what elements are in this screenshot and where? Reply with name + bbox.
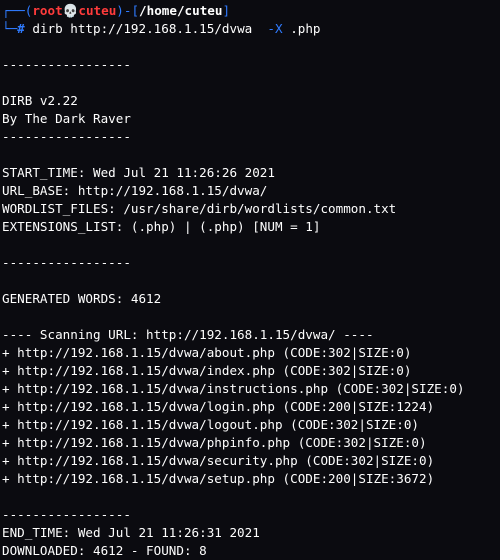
result-line: + http://192.168.1.15/dvwa/security.php … <box>2 453 435 468</box>
terminal-window[interactable]: ┌──(root💀cuteu)-[/home/cuteu] └─# dirb h… <box>0 0 500 558</box>
dirb-author: By The Dark Raver <box>2 111 131 126</box>
separator: ----------------- <box>2 57 131 72</box>
downloaded-found: DOWNLOADED: 4612 - FOUND: 8 <box>2 543 207 558</box>
prompt-box-mid: )-[ <box>116 3 140 18</box>
result-line: + http://192.168.1.15/dvwa/instructions.… <box>2 381 465 396</box>
skull-icon: 💀 <box>62 3 79 18</box>
end-time: END_TIME: Wed Jul 21 11:26:31 2021 <box>2 525 260 540</box>
wordlist-files: WORDLIST_FILES: /usr/share/dirb/wordlist… <box>2 201 397 216</box>
result-line: + http://192.168.1.15/dvwa/about.php (CO… <box>2 345 412 360</box>
prompt-host: cuteu <box>78 3 117 18</box>
url-base: URL_BASE: http://192.168.1.15/dvwa/ <box>2 183 268 198</box>
start-time: START_TIME: Wed Jul 21 11:26:26 2021 <box>2 165 275 180</box>
prompt-box-close: ] <box>222 3 231 18</box>
result-line: + http://192.168.1.15/dvwa/logout.php (C… <box>2 417 420 432</box>
prompt-line-1: ┌──(root💀cuteu)-[/home/cuteu] <box>2 2 500 20</box>
command-option: -X <box>267 21 283 36</box>
prompt-line-2[interactable]: └─# dirb http://192.168.1.15/dvwa -X .ph… <box>2 20 500 38</box>
dirb-version: DIRB v2.22 <box>2 93 78 108</box>
result-line: + http://192.168.1.15/dvwa/login.php (CO… <box>2 399 435 414</box>
scanning-url: ---- Scanning URL: http://192.168.1.15/d… <box>2 327 374 342</box>
result-line: + http://192.168.1.15/dvwa/index.php (CO… <box>2 363 412 378</box>
result-line: + http://192.168.1.15/dvwa/setup.php (CO… <box>2 471 435 486</box>
generated-words: GENERATED WORDS: 4612 <box>2 291 162 306</box>
prompt-box-open: ┌──( <box>2 3 33 18</box>
prompt-user: root <box>32 3 63 18</box>
separator: ----------------- <box>2 129 131 144</box>
extensions-list: EXTENSIONS_LIST: (.php) | (.php) [NUM = … <box>2 219 321 234</box>
separator: ----------------- <box>2 255 131 270</box>
separator: ----------------- <box>2 507 131 522</box>
prompt-path: /home/cuteu <box>139 3 223 18</box>
command-text: dirb http://192.168.1.15/dvwa <box>32 21 253 36</box>
prompt-corner: └─ <box>2 21 18 36</box>
prompt-hash: # <box>17 21 25 36</box>
command-option-value: .php <box>290 21 321 36</box>
result-line: + http://192.168.1.15/dvwa/phpinfo.php (… <box>2 435 427 450</box>
